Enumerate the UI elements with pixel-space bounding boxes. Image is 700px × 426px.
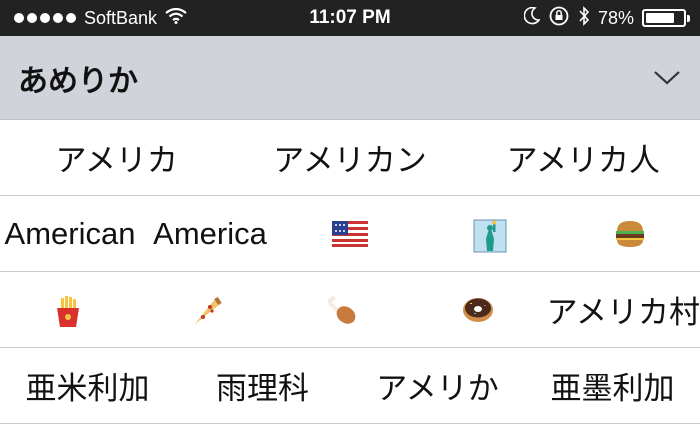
candidate-row-2: American America [0,196,700,272]
hamburger-icon [612,219,648,251]
pizza-icon [187,295,223,327]
candidate-item[interactable]: America [140,216,280,252]
composition-text: あめりか [18,63,138,99]
candidate-row-3: アメリカ村 [0,272,700,348]
french-fries-icon [50,295,86,327]
candidate-item[interactable]: アメリカン [233,135,466,180]
candidate-item[interactable]: アメリカ人 [467,135,700,180]
candidate-row-1: アメリカ アメリカン アメリカ人 [0,120,700,196]
candidate-poultry-leg[interactable] [273,292,410,328]
bluetooth-icon [578,5,590,31]
us-flag-icon [332,219,368,251]
candidate-pizza[interactable] [137,292,274,328]
candidate-fries[interactable] [0,292,137,328]
candidate-item[interactable]: 亜墨利加 [525,363,700,408]
candidate-item[interactable]: American [0,216,140,252]
moon-icon [523,6,541,30]
chevron-down-icon[interactable] [652,63,682,93]
battery-fill [646,13,675,23]
candidate-us-flag[interactable] [280,216,420,252]
status-bar: SoftBank 11:07 PM 78% [0,0,700,36]
composition-bar: あめりか [0,36,700,120]
rotation-lock-icon [548,5,570,32]
status-right: 78% [523,0,690,36]
poultry-leg-icon [324,295,360,327]
candidate-statue[interactable] [420,216,560,253]
candidate-item[interactable]: 亜米利加 [0,363,175,408]
candidate-hamburger[interactable] [560,216,700,252]
candidate-item[interactable]: アメリか [350,363,525,408]
candidate-item[interactable]: アメリカ村 [547,287,700,332]
battery-icon [642,9,690,27]
doughnut-icon [460,295,496,327]
statue-of-liberty-icon [472,219,508,253]
candidate-item[interactable]: アメリカ [0,135,233,180]
candidate-row-4: 亜米利加 雨理科 アメリか 亜墨利加 [0,348,700,424]
candidate-doughnut[interactable] [410,292,547,328]
candidate-item[interactable]: 雨理科 [175,363,350,408]
battery-percent: 78% [597,7,634,28]
